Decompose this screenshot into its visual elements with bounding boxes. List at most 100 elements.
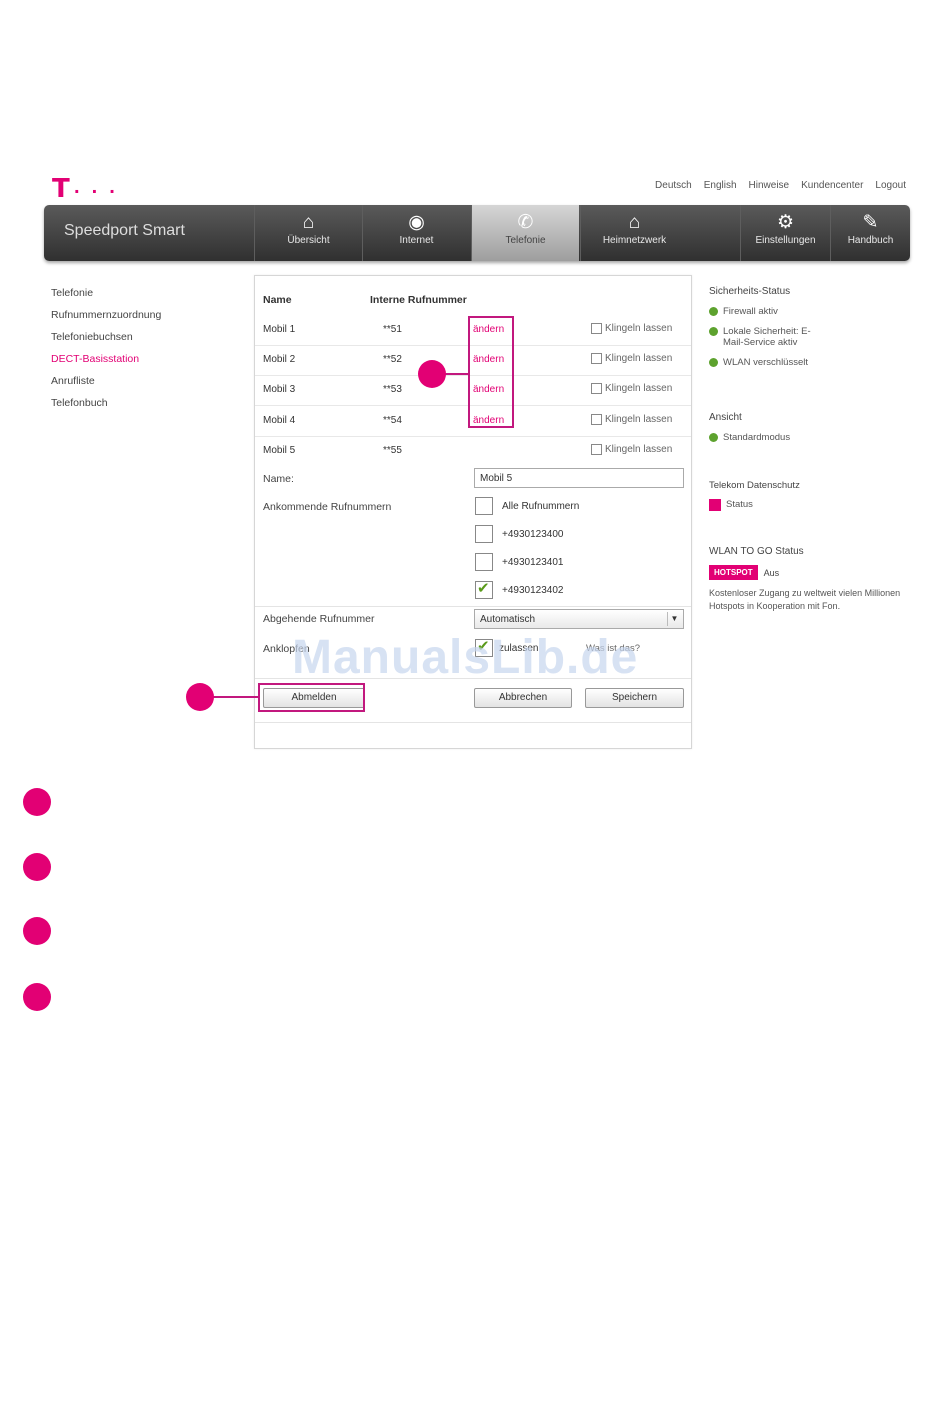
incoming-option[interactable]: +4930123401 — [475, 553, 563, 571]
internal-number: **52 — [383, 354, 402, 365]
table-row: Mobil 5 **55 Klingeln lassen — [255, 436, 691, 466]
handset-name: Mobil 5 — [263, 445, 296, 456]
nav-label: Übersicht — [287, 235, 330, 246]
logo-dots: · · · — [73, 182, 119, 201]
deregister-highlight — [258, 683, 365, 712]
ring-label: Klingeln lassen — [605, 414, 673, 425]
watermark: ManualsLib.de — [292, 631, 639, 684]
ring-option[interactable]: Klingeln lassen — [591, 323, 672, 334]
status-text: Lokale Sicherheit: E-Mail-Service aktiv — [723, 326, 811, 348]
handset-name-input[interactable]: Mobil 5 — [474, 468, 684, 488]
incoming-option[interactable]: Alle Rufnummern — [475, 497, 579, 515]
telekom-privacy-section: Telekom Datenschutz Status — [709, 480, 800, 511]
nav-label: Internet — [399, 235, 434, 246]
wlan-to-go-title: WLAN TO GO Status — [709, 546, 804, 557]
nav-label: Telefonie — [505, 235, 546, 246]
step-dot — [23, 853, 51, 881]
callout-dot — [186, 683, 214, 711]
top-link-kundencenter[interactable]: Kundencenter — [801, 180, 863, 191]
status-item: Lokale Sicherheit: E-Mail-Service aktiv — [709, 326, 829, 348]
sidebar-menu: Telefonie Rufnummernzuordnung Telefonieb… — [51, 286, 161, 418]
outgoing-number-select[interactable]: Automatisch ▼ — [474, 609, 684, 629]
step-dot — [23, 917, 51, 945]
hotspot-description: Kostenloser Zugang zu weltweit vielen Mi… — [709, 588, 901, 611]
ring-option[interactable]: Klingeln lassen — [591, 383, 672, 394]
security-status-section: Sicherheits-Status Firewall aktiv Lokale… — [709, 286, 829, 368]
incoming-checkbox[interactable] — [475, 525, 493, 543]
sidebar-item-rufnummernzuordnung[interactable]: Rufnummernzuordnung — [51, 308, 161, 330]
handset-name: Mobil 2 — [263, 354, 296, 365]
top-link-logout[interactable]: Logout — [875, 180, 906, 191]
incoming-option-label: +4930123402 — [502, 584, 564, 596]
phone-icon: ✆ — [517, 212, 534, 233]
status-item[interactable]: Status — [709, 499, 800, 511]
brand-title: Speedport Smart — [64, 222, 185, 239]
incoming-option-label: Alle Rufnummern — [502, 500, 580, 512]
nav-label: Handbuch — [847, 235, 894, 246]
top-link-deutsch[interactable]: Deutsch — [655, 180, 692, 191]
wlan-to-go-section: WLAN TO GO Status HOTSPOT Aus Kostenlose… — [709, 546, 909, 613]
sidebar-item-dect[interactable]: DECT-Basisstation — [51, 352, 161, 374]
nav-item-manual[interactable]: ✎ Handbuch — [830, 205, 910, 261]
home-icon: ⌂ — [302, 212, 315, 233]
cancel-button[interactable]: Abbrechen — [474, 688, 572, 708]
sidebar-item-anrufliste[interactable]: Anrufliste — [51, 374, 161, 396]
top-link-english[interactable]: English — [704, 180, 737, 191]
incoming-option-label: +4930123400 — [502, 528, 564, 540]
outgoing-number-value: Automatisch — [480, 614, 536, 625]
incoming-option[interactable]: +4930123402 — [475, 579, 564, 599]
nav-item-internet[interactable]: ◉ Internet — [362, 205, 470, 261]
incoming-option[interactable]: +4930123400 — [475, 525, 563, 543]
ring-option[interactable]: Klingeln lassen — [591, 353, 672, 364]
ring-checkbox[interactable] — [591, 414, 602, 425]
status-text: WLAN verschlüsselt — [723, 357, 808, 368]
internal-number: **55 — [383, 445, 402, 456]
col-header-name: Name — [263, 294, 292, 306]
hotspot-badge: HOTSPOT — [709, 565, 758, 580]
step-dot — [23, 788, 51, 816]
incoming-checkbox[interactable] — [475, 553, 493, 571]
view-section: Ansicht Standardmodus — [709, 412, 790, 443]
internal-number: **53 — [383, 384, 402, 395]
ring-label: Klingeln lassen — [605, 323, 673, 334]
house-network-icon: ⌂ — [628, 212, 641, 233]
sidebar-item-telefonbuch[interactable]: Telefonbuch — [51, 396, 161, 418]
globe-icon: ◉ — [408, 212, 425, 233]
nav-item-home-network[interactable]: ⌂ Heimnetzwerk — [580, 205, 688, 261]
hotspot-state: Aus — [763, 567, 780, 578]
status-item[interactable]: Standardmodus — [709, 432, 790, 443]
nav-item-overview[interactable]: ⌂ Übersicht — [254, 205, 362, 261]
sidebar-item-telefonie[interactable]: Telefonie — [51, 286, 161, 308]
incoming-option-label: +4930123401 — [502, 556, 564, 568]
check-circle-icon — [709, 433, 718, 442]
privacy-icon — [709, 499, 721, 511]
hotspot-row[interactable]: HOTSPOT Aus — [709, 565, 909, 580]
logo-letter: T — [52, 174, 70, 204]
ring-checkbox[interactable] — [591, 353, 602, 364]
status-text: Firewall aktiv — [723, 306, 778, 317]
nav-item-settings[interactable]: ⚙ Einstellungen — [740, 205, 830, 261]
ring-option[interactable]: Klingeln lassen — [591, 414, 672, 425]
sidebar-item-telefoniebuchsen[interactable]: Telefoniebuchsen — [51, 330, 161, 352]
telekom-privacy-title: Telekom Datenschutz — [709, 480, 800, 491]
nav-item-telephony[interactable]: ✆ Telefonie — [471, 205, 579, 261]
chevron-down-icon: ▼ — [667, 612, 681, 626]
ring-label: Klingeln lassen — [605, 383, 673, 394]
ring-checkbox[interactable] — [591, 323, 602, 334]
incoming-checkbox[interactable] — [475, 497, 493, 515]
step-dot — [23, 983, 51, 1011]
ring-option[interactable]: Klingeln lassen — [591, 444, 672, 455]
incoming-checkbox[interactable] — [475, 579, 493, 599]
divider — [255, 722, 691, 723]
ring-checkbox[interactable] — [591, 383, 602, 394]
callout-dot — [418, 360, 446, 388]
handset-name: Mobil 3 — [263, 384, 296, 395]
handset-name: Mobil 1 — [263, 324, 296, 335]
top-link-hinweise[interactable]: Hinweise — [749, 180, 790, 191]
callout-line — [444, 373, 469, 375]
book-icon: ✎ — [862, 212, 879, 233]
nav-label: Einstellungen — [755, 235, 816, 246]
status-item: WLAN verschlüsselt — [709, 357, 829, 368]
ring-checkbox[interactable] — [591, 444, 602, 455]
save-button[interactable]: Speichern — [585, 688, 684, 708]
